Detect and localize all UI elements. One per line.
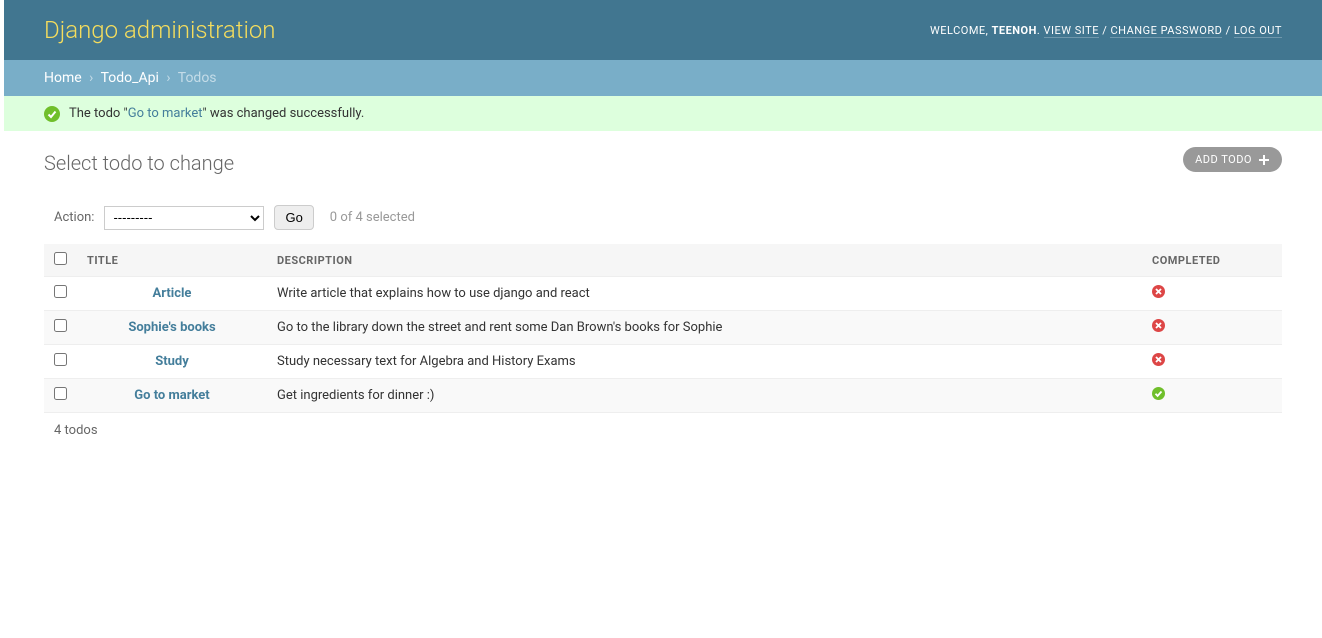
select-all-checkbox[interactable] <box>54 252 67 265</box>
table-row: Study Study necessary text for Algebra an… <box>44 345 1282 379</box>
branding: Django administration <box>44 16 276 44</box>
table-row: Article Write article that explains how t… <box>44 277 1282 311</box>
message-prefix: The todo " <box>69 106 128 121</box>
row-checkbox-cell <box>44 379 77 413</box>
welcome-text: WELCOME, <box>930 24 992 37</box>
x-circle-icon <box>1152 353 1165 366</box>
log-out-link[interactable]: LOG OUT <box>1234 24 1282 38</box>
success-message: The todo "Go to market" was changed succ… <box>4 96 1322 131</box>
table-row: Sophie's books Go to the library down the… <box>44 311 1282 345</box>
row-title-link[interactable]: Go to market <box>134 388 209 403</box>
add-todo-button[interactable]: ADD TODO <box>1183 147 1282 172</box>
row-title-cell: Article <box>77 277 267 311</box>
breadcrumb-app[interactable]: Todo_Api <box>101 70 159 86</box>
col-title-header[interactable]: Title <box>77 244 267 277</box>
branding-link[interactable]: Django administration <box>44 16 276 44</box>
row-title-cell: Study <box>77 345 267 379</box>
add-todo-label: ADD TODO <box>1195 153 1252 166</box>
row-checkbox-cell <box>44 311 77 345</box>
row-title-cell: Go to market <box>77 379 267 413</box>
message-list: The todo "Go to market" was changed succ… <box>4 96 1322 131</box>
row-title-link[interactable]: Article <box>153 286 192 301</box>
row-title-link[interactable]: Sophie's books <box>128 320 215 335</box>
row-checkbox-cell <box>44 277 77 311</box>
row-title-cell: Sophie's books <box>77 311 267 345</box>
col-completed-header[interactable]: Completed <box>1142 244 1282 277</box>
row-description-cell: Study necessary text for Algebra and His… <box>267 345 1142 379</box>
paginator: 4 todos <box>44 413 1282 448</box>
message-object-link[interactable]: Go to market <box>128 106 203 121</box>
row-description-cell: Get ingredients for dinner :) <box>267 379 1142 413</box>
table-row: Go to market Get ingredients for dinner :… <box>44 379 1282 413</box>
action-label: Action: <box>54 210 94 225</box>
row-description-cell: Write article that explains how to use d… <box>267 277 1142 311</box>
col-description-header[interactable]: Description <box>267 244 1142 277</box>
x-circle-icon <box>1152 285 1165 298</box>
object-tools: ADD TODO <box>1183 147 1282 172</box>
row-completed-cell <box>1142 311 1282 345</box>
view-site-link[interactable]: VIEW SITE <box>1044 24 1099 38</box>
row-checkbox-cell <box>44 345 77 379</box>
action-counter: 0 of 4 selected <box>330 210 415 225</box>
row-completed-cell <box>1142 277 1282 311</box>
check-circle-icon <box>1152 387 1165 400</box>
row-description-cell: Go to the library down the street and re… <box>267 311 1142 345</box>
action-select[interactable]: --------- <box>104 206 264 230</box>
page-title: Select todo to change <box>44 151 1282 175</box>
row-completed-cell <box>1142 345 1282 379</box>
go-button[interactable]: Go <box>274 205 313 230</box>
user-tools: WELCOME, TEENOH. VIEW SITE / CHANGE PASS… <box>930 24 1282 37</box>
success-icon <box>44 106 60 122</box>
x-circle-icon <box>1152 319 1165 332</box>
row-checkbox[interactable] <box>54 353 67 366</box>
row-title-link[interactable]: Study <box>155 354 189 369</box>
plus-icon <box>1258 154 1270 166</box>
actions-bar: Action: --------- Go 0 of 4 selected <box>44 195 1282 240</box>
row-checkbox[interactable] <box>54 319 67 332</box>
message-suffix: " was changed successfully. <box>202 106 364 121</box>
breadcrumb-home[interactable]: Home <box>44 70 82 86</box>
col-checkbox <box>44 244 77 277</box>
username: TEENOH <box>992 24 1037 37</box>
row-checkbox[interactable] <box>54 285 67 298</box>
row-completed-cell <box>1142 379 1282 413</box>
results-table: Title Description Completed Article Write… <box>44 244 1282 413</box>
row-checkbox[interactable] <box>54 387 67 400</box>
breadcrumb: Home › Todo_Api › Todos <box>4 60 1322 96</box>
breadcrumb-current: Todos <box>178 70 217 86</box>
change-password-link[interactable]: CHANGE PASSWORD <box>1110 24 1222 38</box>
